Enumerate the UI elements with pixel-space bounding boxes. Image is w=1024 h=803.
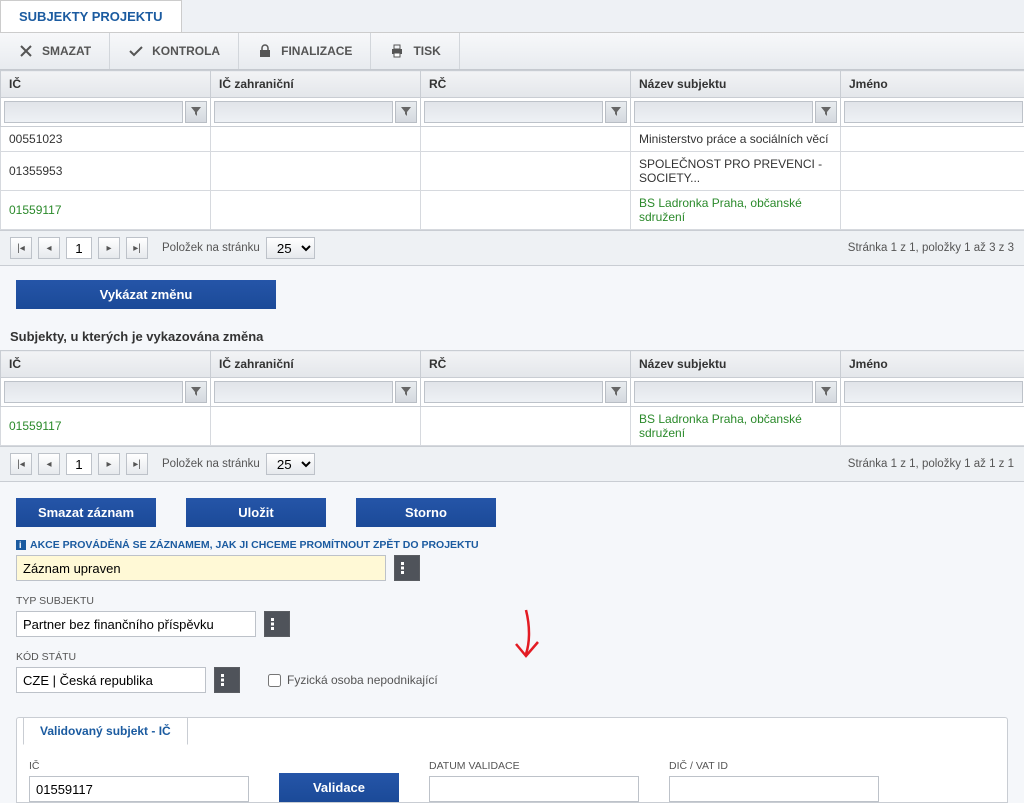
validate-button[interactable]: Validace	[279, 773, 399, 802]
table-row[interactable]: 01559117 BS Ladronka Praha, občanské sdr…	[1, 407, 1024, 446]
report-change-button[interactable]: Vykázat změnu	[16, 280, 276, 309]
finalize-button[interactable]: FINALIZACE	[239, 33, 371, 69]
filter-ic[interactable]	[4, 101, 183, 123]
items-per-page-label: Položek na stránku	[162, 458, 260, 470]
print-icon	[389, 43, 405, 59]
delete-button[interactable]: SMAZAT	[0, 33, 110, 69]
subjects-grid-top: IČ IČ zahraniční RČ Název subjektu Jméno…	[0, 70, 1024, 230]
pager-prev-icon[interactable]: ◂	[38, 237, 60, 259]
action-input[interactable]	[16, 555, 386, 581]
tab-validated-subject[interactable]: Validovaný subjekt - IČ	[23, 717, 188, 745]
validated-subject-panel: Validovaný subjekt - IČ IČ Validace DATU…	[16, 717, 1008, 803]
filter-icon[interactable]	[185, 381, 207, 403]
pager-last-icon[interactable]: ▸|	[126, 237, 148, 259]
save-button[interactable]: Uložit	[186, 498, 326, 527]
filter-icz[interactable]	[214, 381, 393, 403]
vat-id-input[interactable]	[669, 776, 879, 802]
table-row[interactable]: 01559117 BS Ladronka Praha, občanské sdr…	[1, 191, 1024, 230]
col-name[interactable]: Název subjektu	[631, 351, 841, 378]
filter-firstname[interactable]	[844, 381, 1023, 403]
close-icon	[18, 43, 34, 59]
col-firstname[interactable]: Jméno	[841, 71, 1024, 98]
col-rc[interactable]: RČ	[421, 351, 631, 378]
cancel-button[interactable]: Storno	[356, 498, 496, 527]
col-ic-foreign[interactable]: IČ zahraniční	[211, 71, 421, 98]
pager-last-icon[interactable]: ▸|	[126, 453, 148, 475]
filter-rc[interactable]	[424, 381, 603, 403]
pager-first-icon[interactable]: |◂	[10, 453, 32, 475]
filter-icz[interactable]	[214, 101, 393, 123]
print-button[interactable]: TISK	[371, 33, 459, 69]
col-ic-foreign[interactable]: IČ zahraniční	[211, 351, 421, 378]
lookup-icon[interactable]	[394, 555, 420, 581]
toolbar: SMAZAT KONTROLA FINALIZACE TISK	[0, 33, 1024, 70]
col-firstname[interactable]: Jméno	[841, 351, 1024, 378]
filter-firstname[interactable]	[844, 101, 1023, 123]
ic-label: IČ	[29, 760, 249, 772]
filter-icon[interactable]	[815, 381, 837, 403]
col-ic[interactable]: IČ	[1, 71, 211, 98]
pager-bottom: |◂ ◂ ▸ ▸| Položek na stránku 25 Stránka …	[0, 446, 1024, 482]
lock-icon	[257, 43, 273, 59]
filter-icon[interactable]	[185, 101, 207, 123]
pager-prev-icon[interactable]: ◂	[38, 453, 60, 475]
vat-id-label: DIČ / VAT ID	[669, 760, 879, 772]
filter-icon[interactable]	[395, 381, 417, 403]
pager-first-icon[interactable]: |◂	[10, 237, 32, 259]
page-number-input[interactable]	[66, 453, 92, 475]
filter-name[interactable]	[634, 101, 813, 123]
type-label: TYP SUBJEKTU	[16, 595, 1008, 607]
items-per-page-label: Položek na stránku	[162, 242, 260, 254]
pager-next-icon[interactable]: ▸	[98, 453, 120, 475]
required-icon: i	[16, 540, 26, 550]
col-rc[interactable]: RČ	[421, 71, 631, 98]
filter-ic[interactable]	[4, 381, 183, 403]
action-label: i AKCE PROVÁDĚNÁ SE ZÁZNAMEM, JAK JI CHC…	[16, 539, 1008, 551]
filter-name[interactable]	[634, 381, 813, 403]
items-per-page-select[interactable]: 25	[266, 237, 315, 259]
delete-record-button[interactable]: Smazat záznam	[16, 498, 156, 527]
filter-rc[interactable]	[424, 101, 603, 123]
svg-text:i: i	[19, 540, 22, 550]
pager-summary: Stránka 1 z 1, položky 1 až 1 z 1	[848, 458, 1014, 470]
items-per-page-select[interactable]: 25	[266, 453, 315, 475]
filter-icon[interactable]	[605, 101, 627, 123]
page-number-input[interactable]	[66, 237, 92, 259]
filter-icon[interactable]	[395, 101, 417, 123]
tab-bar: SUBJEKTY PROJEKTU	[0, 0, 1024, 33]
validation-date-label: DATUM VALIDACE	[429, 760, 639, 772]
col-name[interactable]: Název subjektu	[631, 71, 841, 98]
table-row[interactable]: 00551023 Ministerstvo práce a sociálních…	[1, 127, 1024, 152]
subjects-grid-changes: IČ IČ zahraniční RČ Název subjektu Jméno…	[0, 350, 1024, 446]
pager-next-icon[interactable]: ▸	[98, 237, 120, 259]
section-title-changes: Subjekty, u kterých je vykazována změna	[10, 329, 1024, 344]
country-code-input[interactable]	[16, 667, 206, 693]
pager-summary: Stránka 1 z 1, položky 1 až 3 z 3	[848, 242, 1014, 254]
country-label: KÓD STÁTU	[16, 651, 1008, 663]
validation-date-input[interactable]	[429, 776, 639, 802]
tab-subjekty-projektu[interactable]: SUBJEKTY PROJEKTU	[0, 0, 182, 32]
record-actions: Smazat záznam Uložit Storno	[0, 482, 1024, 539]
check-icon	[128, 43, 144, 59]
lookup-icon[interactable]	[264, 611, 290, 637]
check-button[interactable]: KONTROLA	[110, 33, 239, 69]
physical-person-label: Fyzická osoba nepodnikající	[287, 673, 438, 687]
filter-icon[interactable]	[605, 381, 627, 403]
lookup-icon[interactable]	[214, 667, 240, 693]
ic-input[interactable]	[29, 776, 249, 802]
physical-person-checkbox[interactable]	[268, 674, 281, 687]
pager-top: |◂ ◂ ▸ ▸| Položek na stránku 25 Stránka …	[0, 230, 1024, 266]
subject-type-input[interactable]	[16, 611, 256, 637]
col-ic[interactable]: IČ	[1, 351, 211, 378]
filter-icon[interactable]	[815, 101, 837, 123]
table-row[interactable]: 01355953 SPOLEČNOST PRO PREVENCI - SOCIE…	[1, 152, 1024, 191]
